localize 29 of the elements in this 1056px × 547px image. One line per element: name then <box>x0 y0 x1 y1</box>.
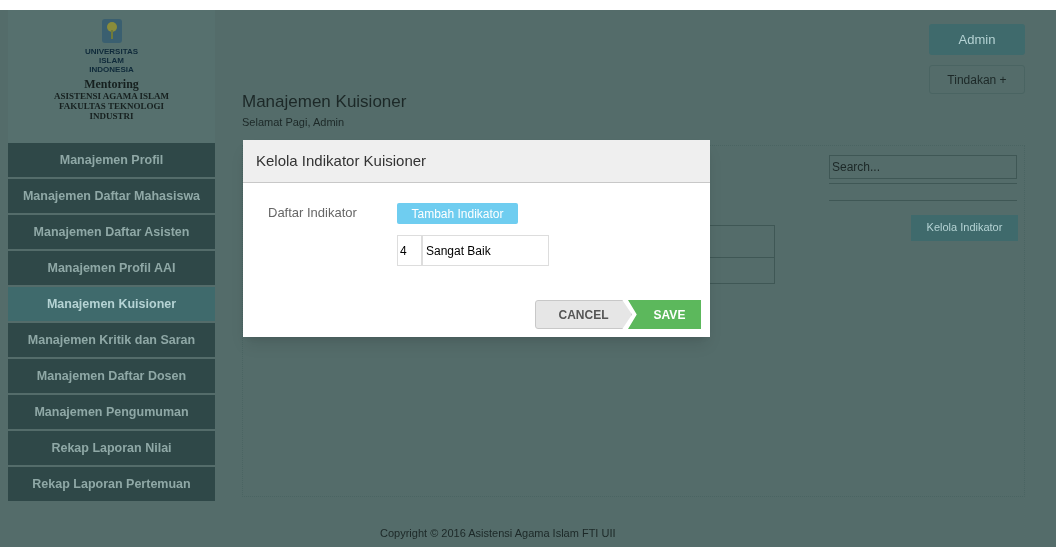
actions-button[interactable]: Tindakan + <box>929 65 1025 94</box>
greeting-text: Selamat Pagi, Admin <box>242 115 346 130</box>
admin-button[interactable]: Admin <box>929 24 1025 55</box>
app-subtitle: ASISTENSI AGAMA ISLAM FAKULTAS TEKNOLOGI INDUSTRI <box>53 91 170 121</box>
logo-text: UNIVERSITAS <box>84 47 139 56</box>
sidebar-item[interactable]: Manajemen Profil <box>8 143 215 177</box>
sidebar-item[interactable]: Rekap Laporan Pertemuan <box>8 467 215 501</box>
university-logo-icon <box>100 18 123 44</box>
sidebar-item[interactable]: Rekap Laporan Nilai <box>8 431 215 465</box>
save-button[interactable]: SAVE <box>628 300 701 329</box>
sidebar-item[interactable]: Manajemen Daftar Dosen <box>8 359 215 393</box>
sidebar-item[interactable]: Manajemen Profil AAI <box>8 251 215 285</box>
app-name: Mentoring <box>84 78 139 91</box>
field-label: Daftar Indikator <box>268 204 358 222</box>
sidebar-item[interactable]: Manajemen Pengumuman <box>8 395 215 429</box>
sidebar-item[interactable]: Manajemen Kritik dan Saran <box>8 323 215 357</box>
page-title: Manajemen Kuisioner <box>242 92 407 112</box>
footer-text: Copyright © 2016 Asistensi Agama Islam FTI UII <box>380 525 617 541</box>
sidebar-item[interactable]: Manajemen Daftar Mahasiswa <box>8 179 215 213</box>
sidebar-item[interactable]: Manajemen Daftar Asisten <box>8 215 215 249</box>
number-field[interactable]: 4 <box>397 235 422 266</box>
search-field[interactable]: Search... <box>829 154 1017 179</box>
modal-title: Kelola Indikator Kuisioner <box>256 150 427 171</box>
manage-indicator-button[interactable]: Kelola Indikator <box>911 214 1018 241</box>
sidebar-item[interactable]: Manajemen Kuisioner <box>8 287 215 321</box>
logo-text: INDONESIA <box>89 65 134 74</box>
indicator-field[interactable]: Sangat Baik <box>422 235 549 266</box>
logo-text: ISLAM <box>99 56 124 65</box>
cancel-button[interactable]: CANCEL <box>535 300 632 329</box>
